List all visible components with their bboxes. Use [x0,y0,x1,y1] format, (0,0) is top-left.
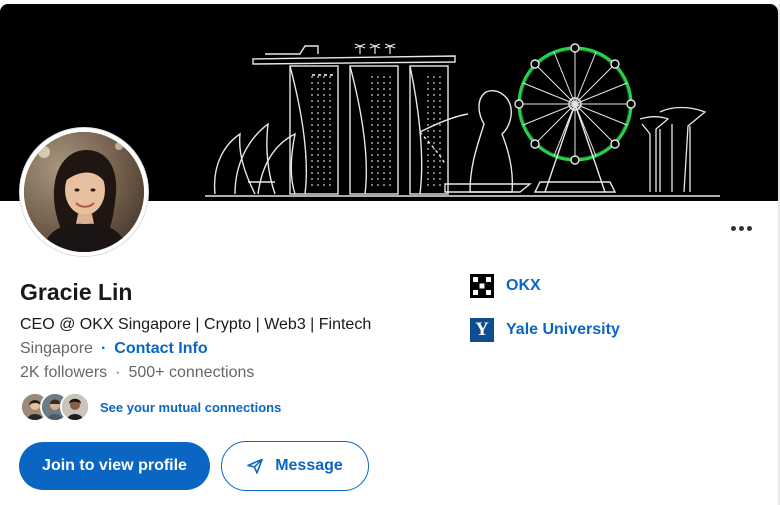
location-row: Singapore · Contact Info [20,340,208,358]
more-options-button[interactable] [726,214,756,242]
mutual-connections-link[interactable]: See your mutual connections [100,400,281,415]
org-yale[interactable]: Y Yale University [470,318,620,342]
message-button[interactable]: Message [221,441,369,491]
more-dot-icon [730,225,736,231]
more-dot-icon [738,225,744,231]
connections-count: 500+ connections [128,364,255,381]
profile-name: Gracie Lin [20,279,133,305]
profile-headline: CEO @ OKX Singapore | Crypto | Web3 | Fi… [20,316,372,333]
profile-photo [24,132,144,252]
org-label: Yale University [506,321,620,338]
followers-count: 2K followers [20,364,108,381]
profile-card: Gracie Lin CEO @ OKX Singapore | Crypto … [0,4,778,505]
location-separator: · [100,340,107,357]
location-text: Singapore [20,340,93,357]
mutual-avatar [60,392,90,422]
org-okx[interactable]: OKX [470,274,541,298]
mutual-connections[interactable]: See your mutual connections [20,392,281,422]
network-stats: 2K followers · 500+ connections [20,364,254,382]
okx-logo-icon [470,274,494,298]
contact-info-link[interactable]: Contact Info [114,340,207,358]
stats-separator: · [115,364,121,381]
more-dot-icon [746,225,752,231]
join-to-view-profile-button[interactable]: Join to view profile [19,442,210,490]
profile-avatar[interactable] [20,128,148,256]
send-icon [247,458,264,474]
org-label: OKX [506,277,541,294]
message-button-label: Message [275,457,343,474]
yale-logo-icon: Y [470,318,494,342]
